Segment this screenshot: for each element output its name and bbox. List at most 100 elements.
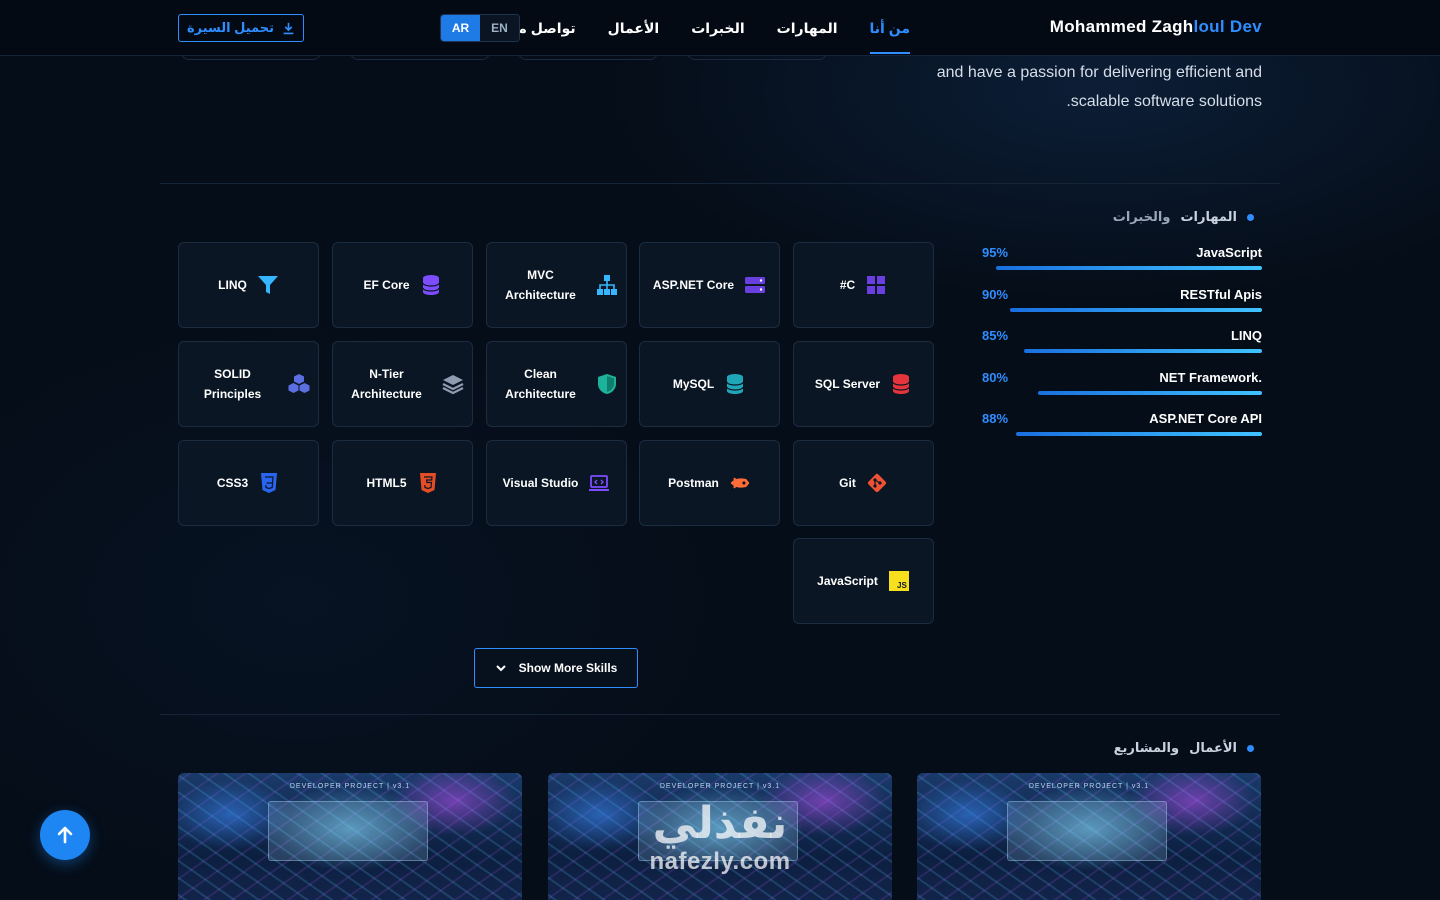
section-divider [160, 714, 1280, 715]
skill-card-label: ASP.NET Core [652, 278, 735, 292]
skill-percent: 95% [982, 244, 1009, 260]
skill-card-label: SQL Server [814, 377, 881, 391]
skill-card-label: N-Tier Architecture [351, 367, 422, 401]
arrow-up-icon [57, 826, 73, 844]
project-caption: DEVELOPER PROJECT | v3.1 [659, 783, 781, 790]
nav-about[interactable]: من أنا [869, 0, 911, 56]
html5-icon [417, 472, 439, 494]
about-paragraph: and have a passion for delivering effici… [842, 58, 1262, 116]
layers-icon [442, 373, 464, 395]
project-card-thumbnail[interactable]: DEVELOPER PROJECT | v3.1 [917, 773, 1261, 900]
skill-bar-fill [1024, 349, 1262, 353]
skill-card-label: JavaScript [817, 574, 878, 588]
git-icon [866, 472, 888, 494]
site-watermark: نفذلي nafezly.com [620, 800, 820, 876]
skill-card-label: SOLID Principles [203, 367, 262, 401]
skill-card-efcore[interactable]: EF Core [332, 242, 473, 328]
about-line: .scalable software solutions [1066, 93, 1262, 110]
skill-bar-fill [1010, 308, 1262, 312]
skill-card-label: #C [839, 278, 856, 292]
skill-card-label: Visual Studio [502, 476, 579, 490]
skill-card-mvc[interactable]: MVC Architecture [486, 242, 627, 328]
skill-name: JavaScript [1196, 244, 1262, 260]
cubes-icon [288, 373, 310, 395]
skill-card-solid[interactable]: SOLID Principles [178, 341, 319, 427]
about-line: and have a passion for delivering effici… [936, 64, 1262, 81]
sitemap-icon [596, 274, 618, 296]
download-cv-label: تحميل السيرة [186, 20, 275, 35]
lang-ar-button[interactable]: AR [441, 15, 480, 41]
scroll-to-top-button[interactable] [40, 810, 90, 860]
title-dot [1247, 213, 1254, 221]
section-divider [160, 183, 1280, 184]
download-cv-button[interactable]: تحميل السيرة [178, 14, 304, 42]
skill-card-label: Clean Architecture [505, 367, 576, 401]
project-card-thumbnail[interactable]: DEVELOPER PROJECT | v3.1 [178, 773, 522, 900]
skill-card-postman[interactable]: Postman [639, 440, 780, 526]
watermark-latin: nafezly.com [649, 848, 791, 875]
laptop-code-icon [588, 472, 610, 494]
skill-card-clean[interactable]: Clean Architecture [486, 341, 627, 427]
shield-icon [596, 373, 618, 395]
skill-percent: 85% [982, 327, 1009, 343]
skill-card-mysql[interactable]: MySQL [639, 341, 780, 427]
skill-percent: 80% [982, 369, 1009, 385]
skill-card-label: HTML5 [366, 476, 407, 490]
nav-experience[interactable]: الخبرات [691, 0, 744, 56]
show-more-skills-button[interactable]: Show More Skills [474, 648, 638, 688]
skill-percent: 90% [982, 286, 1009, 302]
project-screen-graphic [1007, 801, 1167, 861]
skill-card-visualstudio[interactable]: Visual Studio [486, 440, 627, 526]
skill-bar-fill [996, 266, 1262, 270]
language-switch: AR EN [440, 14, 520, 42]
chevron-down-icon [495, 665, 506, 672]
skill-card-label: Git [839, 476, 856, 490]
skill-name: LINQ [1230, 327, 1262, 343]
skill-card-label: MySQL [672, 377, 715, 391]
skill-card-csharp[interactable]: #C [793, 242, 934, 328]
brand-logo[interactable]: Mohammed Zaghloul Dev [1050, 17, 1262, 37]
lang-en-button[interactable]: EN [480, 15, 519, 41]
skill-percent: 88% [982, 410, 1009, 426]
skill-bar: 80% NET Framework. [982, 368, 1262, 395]
skill-bar-fill [1038, 391, 1262, 395]
skill-name: NET Framework. [1159, 369, 1262, 385]
top-navbar: Mohammed Zaghloul Dev من أنا المهارات ال… [0, 0, 1440, 56]
title-dot [1247, 744, 1254, 752]
skill-bar: 85% LINQ [982, 326, 1262, 353]
watermark-arabic: نفذلي [652, 799, 788, 848]
skills-section-title: المهارات والخبرات [1113, 209, 1254, 225]
database-icon [724, 373, 746, 395]
skill-card-label: CSS3 [216, 476, 249, 490]
rocket-icon [729, 472, 751, 494]
skill-card-label: LINQ [218, 278, 247, 292]
server-icon [744, 274, 766, 296]
database-icon [890, 373, 912, 395]
csharp-icon [865, 274, 887, 296]
title-word: المهارات [1180, 209, 1237, 224]
skill-bar: 90% RESTful Apis [982, 285, 1262, 312]
nav-skills[interactable]: المهارات [777, 0, 838, 56]
skill-card-git[interactable]: Git [793, 440, 934, 526]
show-more-label: Show More Skills [518, 661, 618, 675]
filter-icon [257, 274, 279, 296]
skill-card-css3[interactable]: CSS3 [178, 440, 319, 526]
brand-name: Mohammed Zagh [1049, 17, 1194, 36]
skill-card-html5[interactable]: HTML5 [332, 440, 473, 526]
skill-card-ntier[interactable]: N-Tier Architecture [332, 341, 473, 427]
skill-card-sqlserver[interactable]: SQL Server [793, 341, 934, 427]
nav-projects[interactable]: الأعمال [608, 0, 660, 56]
skill-card-linq[interactable]: LINQ [178, 242, 319, 328]
nav-links: من أنا المهارات الخبرات الأعمال تواصل مع… [496, 0, 911, 56]
projects-section-title: الأعمال والمشاريع [1114, 740, 1254, 756]
javascript-icon: JS [888, 570, 910, 592]
svg-text:JS: JS [897, 581, 907, 590]
skill-card-aspnet[interactable]: ASP.NET Core [639, 242, 780, 328]
database-icon [420, 274, 442, 296]
skill-card-label: EF Core [363, 278, 410, 292]
skill-card-label: MVC Architecture [505, 268, 576, 302]
project-caption: DEVELOPER PROJECT | v3.1 [289, 783, 411, 790]
download-icon [283, 22, 294, 34]
skill-card-javascript[interactable]: JS JavaScript [793, 538, 934, 624]
skill-name: RESTful Apis [1180, 286, 1262, 302]
